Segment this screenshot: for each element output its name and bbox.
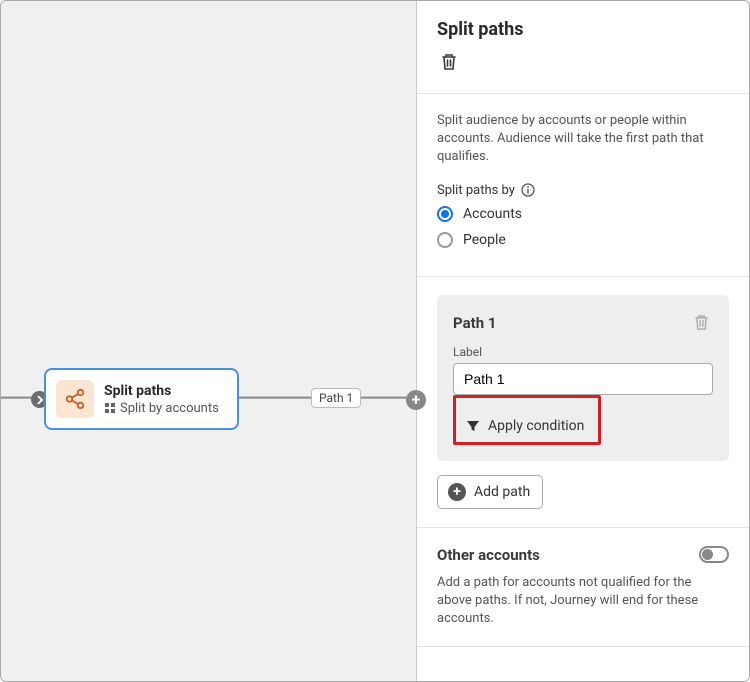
panel-description: Split audience by accounts or people wit…: [437, 112, 729, 167]
side-panel: Split paths Split audience by accounts o…: [417, 1, 749, 681]
node-subtitle: Split by accounts: [104, 401, 219, 416]
other-accounts-desc: Add a path for accounts not qualified fo…: [437, 574, 729, 629]
other-accounts-section: Other accounts Add a path for accounts n…: [417, 528, 749, 648]
node-title: Split paths: [104, 383, 219, 399]
apply-condition-button[interactable]: Apply condition: [456, 410, 598, 442]
other-accounts-toggle[interactable]: [699, 546, 729, 563]
add-path-button[interactable]: + Add path: [437, 475, 543, 509]
info-icon[interactable]: [521, 183, 535, 197]
canvas-path-label[interactable]: Path 1: [311, 388, 361, 408]
plus-icon: +: [448, 483, 466, 501]
radio-dot-icon: [437, 232, 453, 248]
delete-node-button[interactable]: [437, 50, 461, 74]
path-block-1: Path 1 Label Apply condition: [437, 295, 729, 461]
path-label-input[interactable]: [453, 363, 713, 395]
split-by-section: Split audience by accounts or people wit…: [417, 94, 749, 277]
radio-accounts-label: Accounts: [463, 206, 522, 222]
grid-icon: [104, 402, 116, 414]
split-paths-node-icon: [56, 380, 94, 418]
node-text: Split paths Split by accounts: [104, 383, 219, 416]
add-path-label: Add path: [474, 484, 530, 500]
share-icon: [64, 388, 86, 410]
radio-dot-selected-icon: [437, 206, 453, 222]
panel-header-section: Split paths: [417, 1, 749, 94]
delete-path-button[interactable]: [689, 311, 713, 335]
radio-accounts[interactable]: Accounts: [437, 206, 729, 222]
path-block-title: Path 1: [453, 314, 496, 332]
split-by-label: Split paths by: [437, 183, 729, 198]
panel-title: Split paths: [437, 19, 729, 40]
apply-condition-label: Apply condition: [488, 418, 584, 434]
split-paths-node[interactable]: Split paths Split by accounts: [44, 368, 239, 430]
trash-icon: [441, 53, 457, 71]
radio-people[interactable]: People: [437, 232, 729, 248]
add-node-button[interactable]: +: [406, 390, 426, 410]
filter-icon: [466, 419, 480, 433]
journey-canvas[interactable]: Split paths Split by accounts Path 1 +: [1, 1, 417, 681]
path-label-caption: Label: [453, 345, 713, 359]
radio-people-label: People: [463, 232, 506, 248]
other-accounts-title: Other accounts: [437, 546, 540, 564]
trash-icon: [694, 314, 709, 331]
apply-condition-highlight: Apply condition: [453, 395, 601, 445]
canvas-connectors: [1, 1, 416, 681]
paths-section: Path 1 Label Apply condition: [417, 277, 749, 528]
app-frame: Split paths Split by accounts Path 1 + S…: [0, 0, 750, 682]
